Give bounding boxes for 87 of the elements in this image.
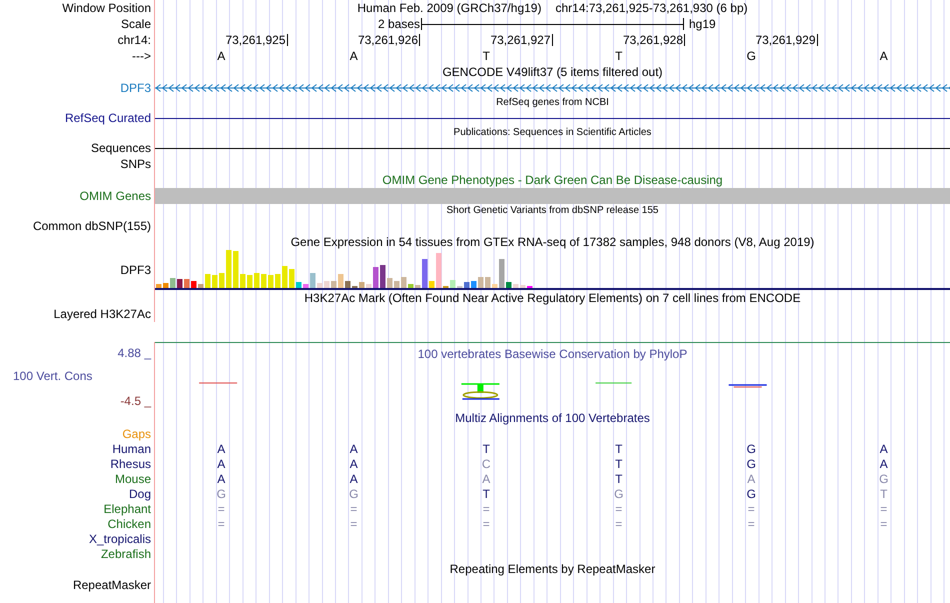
aligned-base: = — [218, 502, 225, 514]
base-letter: T — [482, 50, 490, 62]
axis-min-label: -4.5 _ — [120, 395, 151, 407]
aligned-base: = — [482, 518, 490, 530]
aligned-base: T — [880, 488, 888, 500]
species-label: Rhesus — [110, 458, 151, 470]
aligned-base: = — [482, 502, 490, 514]
track-title: OMIM Gene Phenotypes - Dark Green Can Be Disease-causing — [382, 174, 723, 186]
track-label[interactable]: Common dbSNP(155) — [32, 220, 151, 232]
scale-span: 2 bases — [378, 18, 420, 30]
aligned-base: G — [746, 442, 756, 454]
aligned-base: T — [615, 472, 622, 484]
track-label[interactable]: Sequences — [90, 142, 151, 154]
assembly-title: Human Feb. 2009 (GRCh37/hg19) — [357, 2, 542, 14]
aligned-base: T — [615, 458, 622, 470]
aligned-base: T — [615, 442, 622, 454]
aligned-base: = — [880, 518, 888, 530]
species-label: Human — [112, 442, 151, 454]
track-title: GENCODE V49lift37 (5 items filtered out) — [442, 66, 663, 78]
coordinate-tick: 73,261,928 — [622, 34, 685, 46]
track-title: RefSeq genes from NCBI — [496, 98, 609, 108]
track-label[interactable]: SNPs — [120, 158, 151, 170]
track-label[interactable]: DPF3 — [120, 82, 151, 94]
track-label[interactable]: 100 Vert. Cons — [13, 370, 92, 382]
aligned-base: A — [880, 458, 888, 470]
row-label: Scale — [120, 18, 151, 30]
aligned-base: = — [748, 502, 755, 514]
track-title: Gene Expression in 54 tissues from GTEx RNA-seq of 17382 samples, 948 donors (V8, Aug 2019) — [290, 236, 814, 248]
coordinate-tick: 73,261,927 — [490, 34, 552, 46]
species-label: Zebrafish — [100, 548, 151, 560]
aligned-base: = — [615, 502, 622, 514]
base-letter: T — [615, 50, 622, 62]
aligned-base: G — [746, 488, 756, 500]
aligned-base: C — [482, 458, 491, 470]
species-label: Elephant — [104, 502, 151, 514]
aligned-base: = — [350, 502, 358, 514]
track-title: Publications: Sequences in Scientific Articles — [454, 128, 652, 138]
aligned-base: G — [216, 488, 226, 500]
aligned-base: A — [747, 472, 756, 484]
aligned-base: T — [482, 442, 490, 454]
base-letter: A — [880, 50, 888, 62]
aligned-base: A — [482, 472, 490, 484]
track-title: Repeating Elements by RepeatMasker — [450, 563, 656, 575]
track-label[interactable]: OMIM Genes — [80, 190, 151, 202]
base-letter: A — [350, 50, 358, 62]
base-letter: A — [217, 50, 226, 62]
aligned-base: = — [748, 518, 755, 530]
track-label[interactable]: DPF3 — [120, 264, 151, 276]
row-label: ---> — [132, 50, 151, 62]
species-label: Chicken — [108, 518, 151, 530]
species-label: Mouse — [114, 472, 151, 484]
aligned-base: = — [218, 518, 225, 530]
track-label[interactable]: RepeatMasker — [72, 579, 151, 591]
aligned-base: = — [615, 518, 622, 530]
aligned-base: A — [217, 458, 226, 470]
coordinate-tick: 73,261,926 — [358, 34, 420, 46]
coordinate-tick: 73,261,929 — [755, 34, 818, 46]
coordinate-tick: 73,261,925 — [225, 34, 288, 46]
aligned-base: G — [746, 458, 756, 470]
base-letter: G — [746, 50, 756, 62]
row-label: Window Position — [62, 2, 151, 14]
scale-assembly: hg19 — [688, 18, 716, 30]
aligned-base: A — [350, 458, 358, 470]
aligned-base: A — [217, 472, 226, 484]
track-title: Multiz Alignments of 100 Vertebrates — [455, 412, 650, 424]
conservation-glyph — [728, 384, 767, 388]
aligned-base: G — [879, 472, 888, 484]
track-title: 100 vertebrates Basewise Conservation by PhyloP — [418, 348, 688, 360]
aligned-base: A — [217, 442, 226, 454]
aligned-base: A — [350, 472, 358, 484]
aligned-base: G — [614, 488, 624, 500]
aligned-base: A — [880, 442, 888, 454]
aligned-base: A — [350, 442, 358, 454]
conservation-glyph — [461, 383, 500, 400]
species-label: Dog — [128, 488, 151, 500]
axis-max-label: 4.88 _ — [118, 347, 151, 359]
aligned-base: = — [350, 518, 358, 530]
aligned-base: T — [482, 488, 490, 500]
aligned-base: = — [880, 502, 888, 514]
species-label: X_tropicalis — [88, 532, 151, 544]
track-label[interactable]: RefSeq Curated — [64, 112, 151, 124]
track-label[interactable]: Layered H3K27Ac — [54, 308, 151, 320]
row-label: chr14: — [118, 34, 151, 46]
track-title: Short Genetic Variants from dbSNP release 155 — [446, 206, 658, 216]
track-title: H3K27Ac Mark (Often Found Near Active Regulatory Elements) on 7 cell lines from ENCODE — [304, 292, 801, 304]
aligned-base: G — [349, 488, 358, 500]
position-range: chr14:73,261,925-73,261,930 (6 bp) — [555, 2, 748, 14]
